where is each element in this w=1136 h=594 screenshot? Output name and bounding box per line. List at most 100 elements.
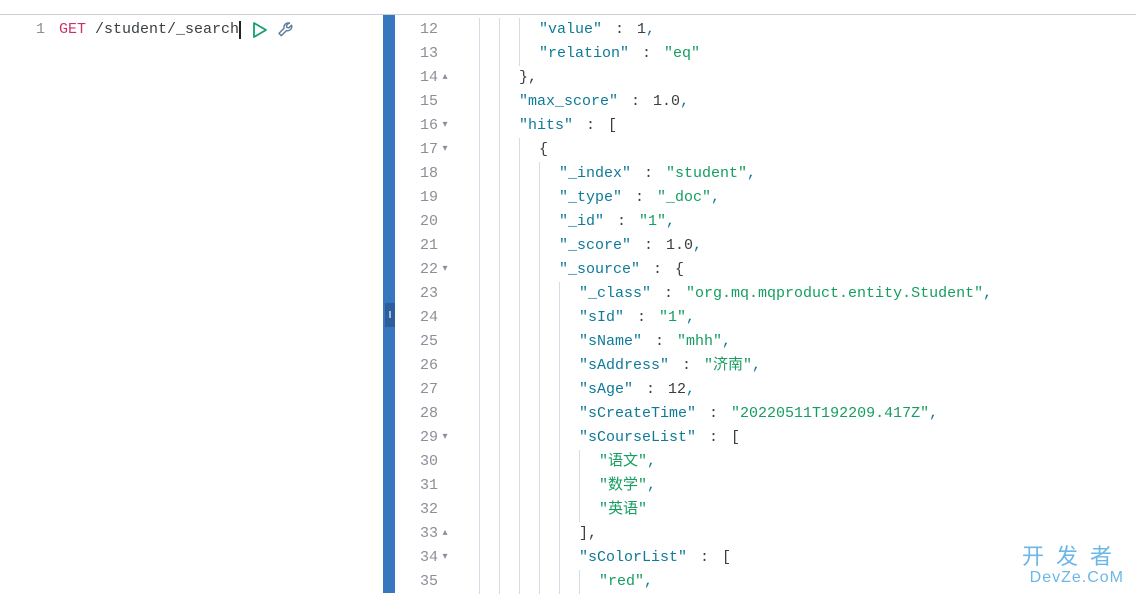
- text-cursor: [239, 21, 241, 39]
- token-brace: {: [675, 258, 684, 282]
- response-line-number: 33▴: [395, 522, 450, 546]
- token-brk: ],: [579, 522, 597, 546]
- http-method: GET: [59, 18, 86, 42]
- response-line-number: 20: [395, 210, 450, 234]
- token-num: 1: [637, 18, 646, 42]
- response-line[interactable]: "sId" : "1",: [459, 306, 1136, 330]
- token-str: "济南": [704, 354, 752, 378]
- token-key: "_source": [559, 258, 640, 282]
- fold-icon[interactable]: ▴: [440, 66, 450, 90]
- token-key: "sColorList": [579, 546, 687, 570]
- response-line-number: 24: [395, 306, 450, 330]
- response-line-number: 17▾: [395, 138, 450, 162]
- token-punc: ,: [929, 402, 938, 426]
- response-line-number: 21: [395, 234, 450, 258]
- token-key: "relation": [539, 42, 629, 66]
- token-colon: :: [691, 546, 718, 570]
- token-punc: ,: [666, 210, 675, 234]
- response-line[interactable]: "_class" : "org.mq.mqproduct.entity.Stud…: [459, 282, 1136, 306]
- token-str: "英语": [599, 498, 647, 522]
- token-key: "max_score": [519, 90, 618, 114]
- request-line-number: 1: [0, 18, 45, 42]
- token-num: 12: [668, 378, 686, 402]
- token-punc: ,: [686, 378, 695, 402]
- token-colon: :: [637, 378, 664, 402]
- response-gutter: 121314▴1516▾17▾1819202122▾23242526272829…: [395, 15, 455, 593]
- fold-icon[interactable]: ▾: [440, 546, 450, 570]
- response-line[interactable]: "relation" : "eq": [459, 42, 1136, 66]
- token-key: "sCourseList": [579, 426, 696, 450]
- token-colon: :: [700, 402, 727, 426]
- response-line[interactable]: "sCreateTime" : "20220511T192209.417Z",: [459, 402, 1136, 426]
- response-line[interactable]: "_score" : 1.0,: [459, 234, 1136, 258]
- token-key: "value": [539, 18, 602, 42]
- response-line[interactable]: "sAddress" : "济南",: [459, 354, 1136, 378]
- response-line-number: 28: [395, 402, 450, 426]
- token-brk: [: [722, 546, 731, 570]
- token-colon: :: [626, 186, 653, 210]
- response-line-number: 27: [395, 378, 450, 402]
- token-key: "_type": [559, 186, 622, 210]
- request-panel: 1 GET /student/_search ‖: [0, 15, 395, 593]
- token-num: 1.0: [666, 234, 693, 258]
- response-line-number: 12: [395, 18, 450, 42]
- token-punc: ,: [693, 234, 702, 258]
- token-colon: :: [635, 234, 662, 258]
- response-line[interactable]: "_source" : {: [459, 258, 1136, 282]
- response-line[interactable]: "hits" : [: [459, 114, 1136, 138]
- token-key: "_index": [559, 162, 631, 186]
- response-line[interactable]: {: [459, 138, 1136, 162]
- fold-icon[interactable]: ▴: [440, 522, 450, 546]
- token-key: "_id": [559, 210, 604, 234]
- fold-icon[interactable]: ▾: [440, 426, 450, 450]
- token-colon: :: [606, 18, 633, 42]
- response-line[interactable]: "max_score" : 1.0,: [459, 90, 1136, 114]
- response-line[interactable]: ],: [459, 522, 1136, 546]
- response-line[interactable]: "_type" : "_doc",: [459, 186, 1136, 210]
- response-line[interactable]: },: [459, 66, 1136, 90]
- token-key: "hits": [519, 114, 573, 138]
- response-line[interactable]: "sAge" : 12,: [459, 378, 1136, 402]
- response-line-number: 31: [395, 474, 450, 498]
- response-line-number: 18: [395, 162, 450, 186]
- response-line[interactable]: "sCourseList" : [: [459, 426, 1136, 450]
- response-line[interactable]: "数学",: [459, 474, 1136, 498]
- token-punc: ,: [983, 282, 992, 306]
- token-brk: [: [731, 426, 740, 450]
- response-line[interactable]: "value" : 1,: [459, 18, 1136, 42]
- token-str: "student": [666, 162, 747, 186]
- fold-icon[interactable]: ▾: [440, 258, 450, 282]
- response-line-number: 16▾: [395, 114, 450, 138]
- token-str: "1": [659, 306, 686, 330]
- scroll-handle-icon[interactable]: ‖: [385, 303, 395, 327]
- fold-icon[interactable]: ▾: [440, 114, 450, 138]
- response-line-number: 35: [395, 570, 450, 594]
- token-brace: {: [539, 138, 548, 162]
- token-punc: ,: [711, 186, 720, 210]
- token-str: "_doc": [657, 186, 711, 210]
- response-line[interactable]: "_id" : "1",: [459, 210, 1136, 234]
- token-punc: ,: [644, 570, 653, 594]
- token-punc: ,: [680, 90, 689, 114]
- fold-icon[interactable]: ▾: [440, 138, 450, 162]
- wrench-icon[interactable]: [277, 21, 295, 39]
- response-line[interactable]: "语文",: [459, 450, 1136, 474]
- response-line[interactable]: "_index" : "student",: [459, 162, 1136, 186]
- response-line[interactable]: "red",: [459, 570, 1136, 594]
- run-icon[interactable]: [253, 22, 267, 38]
- request-line[interactable]: GET /student/_search: [59, 18, 395, 42]
- response-line[interactable]: "英语": [459, 498, 1136, 522]
- token-key: "sAddress": [579, 354, 669, 378]
- token-colon: :: [577, 114, 604, 138]
- response-line-number: 26: [395, 354, 450, 378]
- token-str: "org.mq.mqproduct.entity.Student": [686, 282, 983, 306]
- response-panel: 121314▴1516▾17▾1819202122▾23242526272829…: [395, 15, 1136, 593]
- response-line-number: 22▾: [395, 258, 450, 282]
- response-editor[interactable]: "value" : 1,"relation" : "eq"},"max_scor…: [455, 15, 1136, 593]
- request-editor[interactable]: GET /student/_search: [55, 15, 395, 593]
- token-brk: [: [608, 114, 617, 138]
- request-scrollbar[interactable]: ‖: [383, 15, 395, 593]
- response-line[interactable]: "sColorList" : [: [459, 546, 1136, 570]
- token-key: "sId": [579, 306, 624, 330]
- response-line[interactable]: "sName" : "mhh",: [459, 330, 1136, 354]
